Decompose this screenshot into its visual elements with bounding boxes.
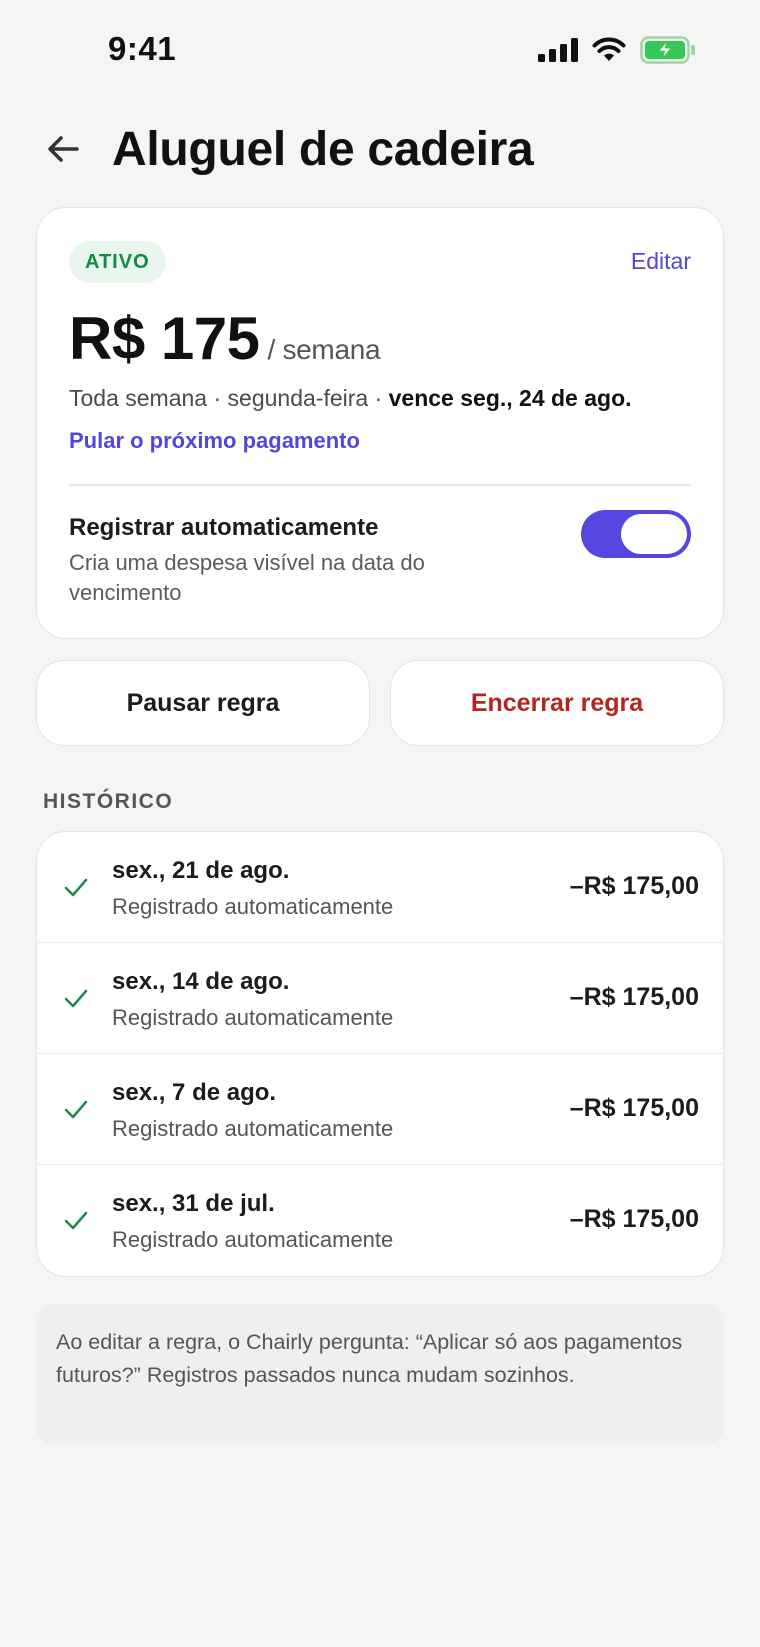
divider	[69, 484, 691, 486]
history-row[interactable]: sex., 21 de ago. Registrado automaticame…	[37, 832, 723, 943]
history-amount: –R$ 175,00	[569, 1094, 699, 1122]
rule-period: / semana	[267, 334, 381, 365]
history-subtitle: Registrado automaticamente	[112, 1116, 394, 1141]
history-section-label: HISTÓRICO	[43, 790, 174, 813]
due-date: vence seg., 24 de ago.	[388, 385, 632, 411]
history-subtitle: Registrado automaticamente	[112, 894, 394, 919]
battery-charging-icon	[640, 36, 696, 69]
header: Aluguel de cadeira	[0, 112, 760, 188]
status-time: 9:41	[108, 30, 177, 67]
history-row[interactable]: sex., 14 de ago. Registrado automaticame…	[37, 943, 723, 1054]
cellular-signal-icon	[538, 38, 578, 67]
skip-next-payment-link[interactable]: Pular o próximo pagamento	[69, 428, 360, 454]
history-subtitle: Registrado automaticamente	[112, 1227, 394, 1252]
rule-amount: R$ 175	[69, 305, 260, 372]
check-icon	[63, 1096, 89, 1122]
history-row[interactable]: sex., 31 de jul. Registrado automaticame…	[37, 1165, 723, 1276]
auto-register-description: Cria uma despesa visível na data do venc…	[69, 550, 425, 605]
auto-register-toggle[interactable]	[581, 510, 691, 558]
history-date: sex., 31 de jul.	[112, 1190, 275, 1217]
wifi-icon	[592, 37, 626, 68]
page-title: Aluguel de cadeira	[112, 123, 534, 176]
status-bar: 9:41	[0, 0, 760, 100]
rule-card: ATIVO Editar R$ 175 / semana Toda semana…	[36, 207, 724, 639]
history-date: sex., 7 de ago.	[112, 1079, 277, 1106]
check-icon	[63, 1207, 89, 1233]
history-row[interactable]: sex., 7 de ago. Registrado automaticamen…	[37, 1054, 723, 1165]
toggle-knob	[621, 514, 687, 554]
status-badge: ATIVO	[69, 241, 166, 283]
rule-schedule: Toda semana · segunda-feira · vence seg.…	[69, 385, 632, 412]
check-icon	[63, 985, 89, 1011]
history-date: sex., 21 de ago.	[112, 857, 290, 884]
info-note: Ao editar a regra, o Chairly pergunta: “…	[36, 1304, 724, 1444]
history-date: sex., 14 de ago.	[112, 968, 290, 995]
amount-row: R$ 175 / semana	[69, 304, 381, 373]
schedule-text: Toda semana · segunda-feira ·	[69, 385, 389, 411]
history-list: sex., 21 de ago. Registrado automaticame…	[36, 831, 724, 1277]
history-amount: –R$ 175,00	[569, 872, 699, 900]
check-icon	[63, 874, 89, 900]
history-subtitle: Registrado automaticamente	[112, 1005, 394, 1030]
back-button[interactable]	[40, 128, 86, 174]
pause-rule-button[interactable]: Pausar regra	[36, 660, 370, 746]
arrow-left-icon	[45, 133, 81, 170]
status-icons	[538, 36, 696, 69]
history-amount: –R$ 175,00	[569, 983, 699, 1011]
end-rule-button[interactable]: Encerrar regra	[390, 660, 724, 746]
auto-register-title: Registrar automaticamente	[69, 514, 379, 541]
edit-button[interactable]: Editar	[631, 248, 691, 275]
history-amount: –R$ 175,00	[569, 1205, 699, 1233]
